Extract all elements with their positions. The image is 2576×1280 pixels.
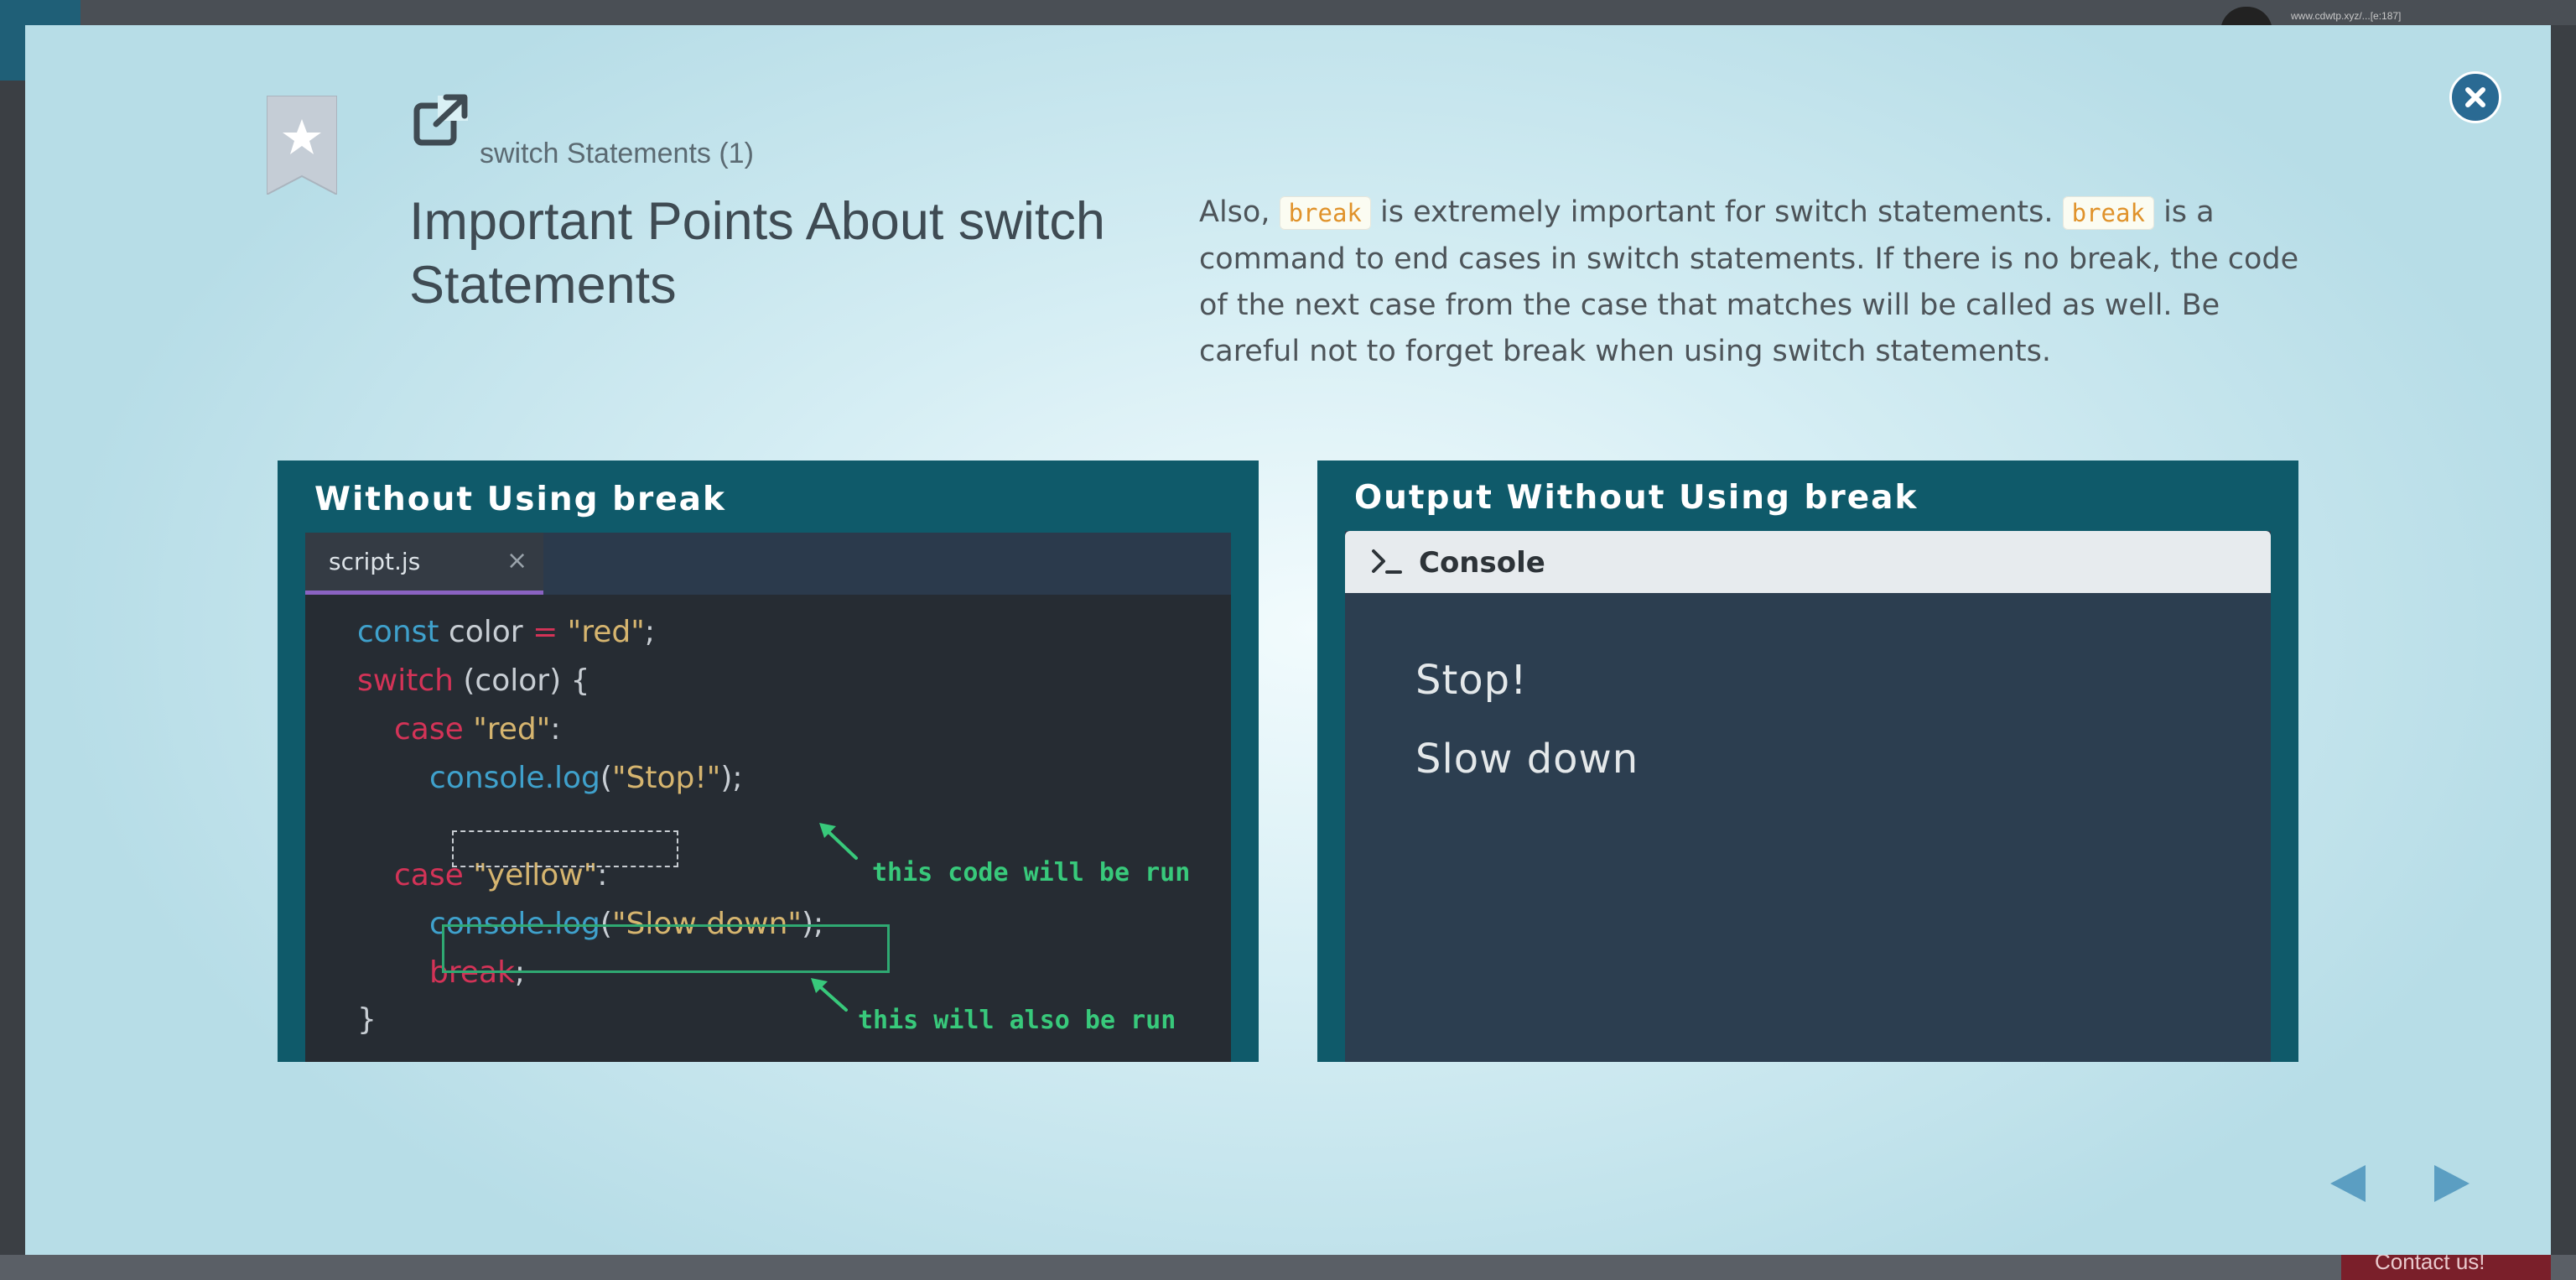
code-line: const color = "red"; bbox=[357, 611, 655, 653]
terminal-prompt-icon bbox=[1372, 549, 1402, 574]
code-function: console.log bbox=[429, 761, 600, 795]
code-line: case "red": bbox=[394, 709, 560, 751]
code-text: color bbox=[439, 615, 533, 649]
console-output-line: Stop! bbox=[1415, 657, 1528, 704]
inline-code-break-1: break bbox=[1279, 196, 1371, 230]
console-header: Console bbox=[1345, 531, 2271, 593]
lesson-link[interactable]: switch Statements (1) bbox=[480, 138, 754, 170]
output-panel-title: Output Without Using break bbox=[1354, 479, 1919, 517]
annotation-text-2: this will also be run bbox=[858, 1006, 1176, 1035]
tab-file-name: script.js bbox=[329, 548, 421, 575]
empty-break-placeholder bbox=[452, 830, 678, 867]
code-text: ; bbox=[644, 615, 655, 649]
close-button[interactable] bbox=[2449, 71, 2501, 123]
code-string: "red" bbox=[558, 615, 645, 649]
background-topbar bbox=[0, 0, 2576, 25]
code-string: "Stop!" bbox=[611, 761, 721, 795]
code-line: } bbox=[357, 999, 377, 1041]
editor-tab-script[interactable]: script.js × bbox=[305, 533, 543, 595]
highlight-box bbox=[442, 924, 890, 973]
code-line: switch (color) { bbox=[357, 660, 589, 702]
description-part-2: is extremely important for switch statem… bbox=[1370, 195, 2063, 229]
description-part-1: Also, bbox=[1199, 195, 1280, 229]
code-example-panel: Without Using break script.js × const co… bbox=[278, 460, 1259, 1062]
code-operator: = bbox=[532, 615, 558, 649]
console-title: Console bbox=[1419, 546, 1545, 580]
background-url: www.cdwtp.xyz/...[e:187] bbox=[2291, 10, 2402, 22]
arrow-right-icon[interactable] bbox=[2429, 1162, 2473, 1205]
code-text: (color) { bbox=[453, 663, 590, 698]
tab-close-icon[interactable]: × bbox=[506, 546, 527, 575]
code-text: } bbox=[357, 1002, 377, 1037]
description-text: Also, break is extremely important for s… bbox=[1199, 190, 2314, 375]
external-link-icon[interactable] bbox=[413, 91, 471, 149]
code-editor: script.js × const color = "red"; switch … bbox=[305, 533, 1231, 1062]
annotation-arrow-icon bbox=[811, 978, 848, 1012]
arrow-left-icon[interactable] bbox=[2327, 1162, 2371, 1205]
code-text: ( bbox=[600, 761, 612, 795]
annotation-arrow-icon bbox=[819, 823, 858, 860]
background-bottom-bar bbox=[0, 1255, 2576, 1280]
output-panel: Output Without Using break Console Stop!… bbox=[1317, 460, 2298, 1062]
code-text: ); bbox=[720, 761, 743, 795]
console-output-line: Slow down bbox=[1415, 736, 1639, 783]
page-title: Important Points About switch Statements bbox=[409, 192, 1105, 315]
bookmark-star-icon[interactable] bbox=[267, 96, 337, 195]
inline-code-break-2: break bbox=[2062, 196, 2154, 230]
slide-modal: switch Statements (1) Important Points A… bbox=[25, 25, 2551, 1255]
code-line: console.log("Stop!"); bbox=[429, 757, 743, 799]
close-icon bbox=[2465, 87, 2485, 107]
code-keyword: case bbox=[394, 712, 464, 747]
code-string: "red" bbox=[463, 712, 551, 747]
code-keyword: const bbox=[357, 615, 439, 649]
console-window: Console Stop! Slow down bbox=[1345, 531, 2271, 1062]
code-keyword: switch bbox=[357, 663, 454, 698]
code-text: : bbox=[550, 712, 561, 747]
editor-tab-bar: script.js × bbox=[305, 533, 1231, 595]
code-panel-title: Without Using break bbox=[314, 481, 726, 518]
annotation-text-1: this code will be run bbox=[872, 858, 1191, 887]
